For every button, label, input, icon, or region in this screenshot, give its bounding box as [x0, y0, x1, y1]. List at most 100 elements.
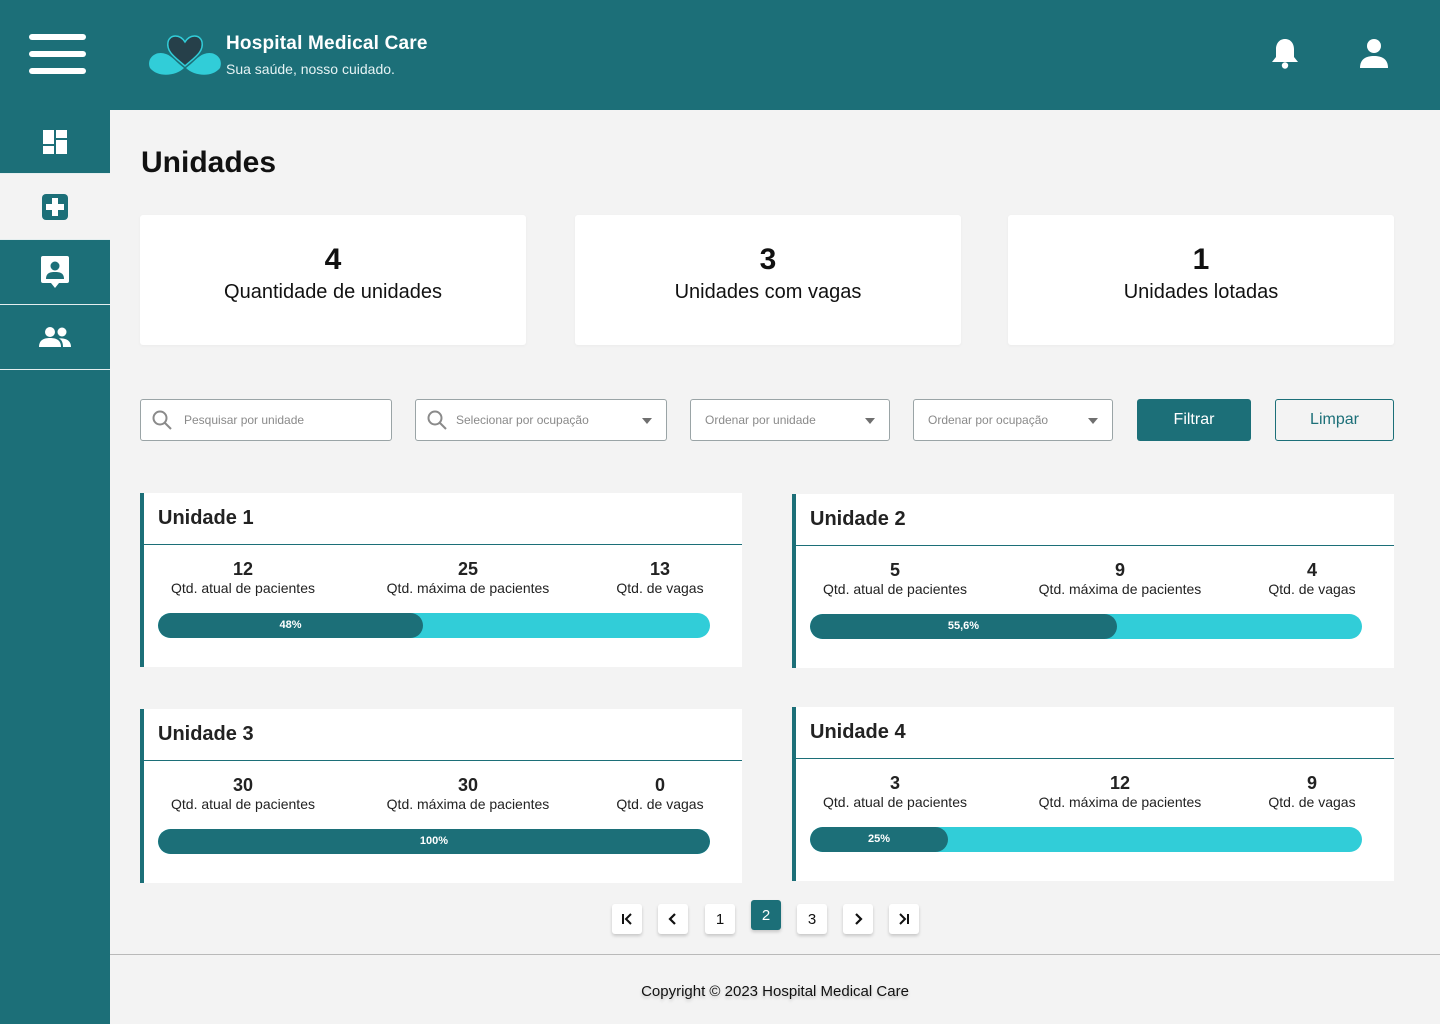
sidebar-item-team[interactable]: [0, 305, 110, 370]
clear-button[interactable]: Limpar: [1275, 399, 1394, 441]
stat-label: Quantidade de unidades: [224, 281, 442, 303]
max-patients: 12 Qtd. máxima de pacientes: [1025, 773, 1215, 811]
max-patients: 30 Qtd. máxima de pacientes: [373, 775, 563, 813]
brand-title: Hospital Medical Care: [226, 33, 428, 54]
brand-subtitle: Sua saúde, nosso cuidado.: [226, 61, 395, 77]
top-header: Hospital Medical Care Sua saúde, nosso c…: [0, 0, 1440, 110]
chevron-down-icon: [865, 418, 875, 424]
bell-icon[interactable]: [1269, 36, 1301, 70]
vacancies: 4 Qtd. de vagas: [1247, 560, 1377, 598]
main-content: Unidades 4 Quantidade de unidades 3 Unid…: [110, 110, 1440, 1024]
order-by-occupancy-select[interactable]: Ordenar por ocupação: [913, 399, 1113, 441]
unit-card[interactable]: Unidade 4 3 Qtd. atual de pacientes 12 Q…: [792, 707, 1394, 881]
divider: [796, 758, 1394, 759]
unit-card[interactable]: Unidade 3 30 Qtd. atual de pacientes 30 …: [140, 709, 742, 883]
max-patients-label: Qtd. máxima de pacientes: [1038, 794, 1202, 810]
current-patients-value: 30: [232, 775, 254, 795]
stat-card-full-units: 1 Unidades lotadas: [1008, 215, 1394, 345]
stat-value: 3: [759, 243, 777, 276]
current-patients-value: 3: [889, 773, 900, 793]
current-patients: 3 Qtd. atual de pacientes: [800, 773, 990, 811]
max-patients: 25 Qtd. máxima de pacientes: [373, 559, 563, 597]
chevron-down-icon: [1088, 418, 1098, 424]
medical-plus-icon: [42, 193, 68, 220]
menu-icon[interactable]: [29, 34, 86, 74]
prev-page-button[interactable]: [658, 904, 688, 934]
order-by-occupancy-placeholder: Ordenar por ocupação: [928, 413, 1049, 427]
current-patients-label: Qtd. atual de pacientes: [823, 794, 967, 810]
max-patients-value: 30: [457, 775, 479, 795]
divider: [144, 544, 742, 545]
occupancy-percent: 55,6%: [947, 620, 980, 632]
patient-badge-icon: [41, 256, 69, 288]
search-unit-input[interactable]: Pesquisar por unidade: [140, 399, 392, 441]
vacancies-label: Qtd. de vagas: [1268, 581, 1356, 597]
user-icon[interactable]: [1358, 36, 1390, 70]
people-icon: [39, 327, 71, 347]
next-page-button[interactable]: [843, 904, 873, 934]
sidebar: [0, 110, 110, 1024]
footer-divider: [110, 954, 1440, 955]
search-unit-placeholder: Pesquisar por unidade: [184, 413, 305, 427]
current-patients: 12 Qtd. atual de pacientes: [148, 559, 338, 597]
sidebar-item-units[interactable]: [0, 174, 110, 240]
current-patients: 30 Qtd. atual de pacientes: [148, 775, 338, 813]
unit-name: Unidade 3: [158, 723, 254, 745]
occupancy-percent: 25%: [867, 833, 891, 845]
filter-button[interactable]: Filtrar: [1137, 399, 1251, 441]
sidebar-item-dashboard[interactable]: [0, 110, 110, 174]
order-by-unit-select[interactable]: Ordenar por unidade: [690, 399, 890, 441]
vacancies: 0 Qtd. de vagas: [595, 775, 725, 813]
current-patients-value: 12: [232, 559, 254, 579]
first-page-icon: [622, 913, 632, 925]
stat-value: 1: [1192, 243, 1210, 276]
sidebar-item-patients[interactable]: [0, 240, 110, 305]
vacancies: 13 Qtd. de vagas: [595, 559, 725, 597]
first-page-button[interactable]: [612, 904, 642, 934]
occupancy-percent: 48%: [279, 619, 302, 631]
vacancies-value: 4: [1306, 560, 1317, 580]
unit-name: Unidade 1: [158, 507, 254, 529]
unit-card[interactable]: Unidade 2 5 Qtd. atual de pacientes 9 Qt…: [792, 494, 1394, 668]
current-patients-value: 5: [889, 560, 900, 580]
vacancies-label: Qtd. de vagas: [616, 796, 704, 812]
occupancy-bar: 100%: [158, 829, 710, 854]
heart-logo-icon: [149, 35, 221, 75]
max-patients: 9 Qtd. máxima de pacientes: [1025, 560, 1215, 598]
page-button-3[interactable]: 3: [797, 904, 827, 934]
current-patients-label: Qtd. atual de pacientes: [823, 581, 967, 597]
vacancies-value: 13: [649, 559, 671, 579]
order-by-unit-placeholder: Ordenar por unidade: [705, 413, 816, 427]
max-patients-label: Qtd. máxima de pacientes: [386, 796, 550, 812]
stat-card-total-units: 4 Quantidade de unidades: [140, 215, 526, 345]
occupancy-bar: 55,6%: [810, 614, 1362, 639]
last-page-button[interactable]: [889, 904, 919, 934]
footer-copyright: Copyright © 2023 Hospital Medical Care: [641, 983, 909, 1000]
stat-label: Unidades lotadas: [1123, 281, 1279, 303]
current-patients-label: Qtd. atual de pacientes: [171, 580, 315, 596]
occupancy-select[interactable]: Selecionar por ocupação: [415, 399, 667, 441]
vacancies-label: Qtd. de vagas: [616, 580, 704, 596]
page-button-2[interactable]: 2: [751, 900, 781, 930]
vacancies: 9 Qtd. de vagas: [1247, 773, 1377, 811]
stat-label: Unidades com vagas: [674, 281, 862, 303]
max-patients-value: 9: [1114, 560, 1125, 580]
unit-name: Unidade 2: [810, 508, 906, 530]
dashboard-icon: [43, 129, 67, 154]
unit-card[interactable]: Unidade 1 12 Qtd. atual de pacientes 25 …: [140, 493, 742, 667]
next-page-icon: [855, 913, 863, 925]
vacancies-label: Qtd. de vagas: [1268, 794, 1356, 810]
occupancy-bar: 25%: [810, 827, 1362, 852]
vacancies-value: 0: [654, 775, 665, 795]
search-icon: [427, 410, 447, 430]
current-patients-label: Qtd. atual de pacientes: [171, 796, 315, 812]
page-button-1[interactable]: 1: [705, 904, 735, 934]
divider: [796, 545, 1394, 546]
stat-card-units-with-vacancies: 3 Unidades com vagas: [575, 215, 961, 345]
stat-value: 4: [324, 243, 342, 276]
current-patients: 5 Qtd. atual de pacientes: [800, 560, 990, 598]
occupancy-bar: 48%: [158, 613, 710, 638]
max-patients-label: Qtd. máxima de pacientes: [1038, 581, 1202, 597]
chevron-down-icon: [642, 418, 652, 424]
prev-page-icon: [668, 913, 676, 925]
